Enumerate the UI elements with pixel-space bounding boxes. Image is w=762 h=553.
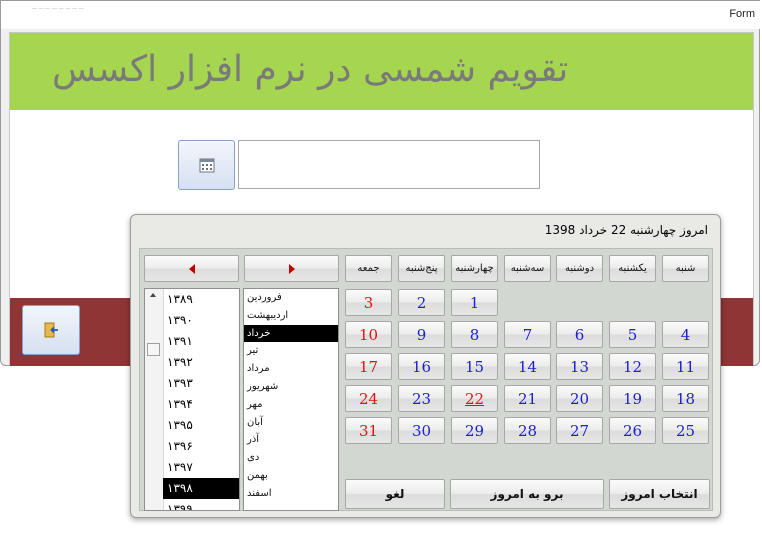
year-item[interactable]: ۱۳۹۴ [163,394,239,415]
month-item[interactable]: دی [244,449,338,467]
month-item[interactable]: مهر [244,396,338,414]
day-button[interactable]: 21 [504,385,551,412]
month-item[interactable]: اسفند [244,485,338,503]
date-field[interactable] [238,140,540,189]
scroll-up-icon[interactable] [150,293,156,297]
day-button[interactable]: 12 [609,353,656,380]
day-button[interactable]: 5 [609,321,656,348]
month-item[interactable]: شهریور [244,378,338,396]
calendar-popup: امروز چهارشنبه 22 خرداد 1398 ۱۳۸۹ ۱۳۹۰ ۱۳۹… [130,214,721,518]
day-button[interactable]: 25 [662,417,709,444]
month-item[interactable]: فروردین [244,289,338,307]
month-item[interactable]: بهمن [244,467,338,485]
today-label: امروز چهارشنبه 22 خرداد 1398 [544,223,708,237]
next-button[interactable] [244,255,339,282]
weekday-header: پنج‌شنبه [398,255,445,282]
day-button[interactable]: 30 [398,417,445,444]
exit-button[interactable] [22,305,80,355]
year-item[interactable]: ۱۳۹۹ [163,499,239,510]
month-list[interactable]: فروردین اردیبهشت خرداد تیر مرداد شهریور مهر آبا… [243,288,339,511]
weekday-header: چهارشنبه [451,255,498,282]
day-button[interactable]: 8 [451,321,498,348]
day-button[interactable]: 18 [662,385,709,412]
select-today-button[interactable]: انتخاب امروز [609,479,710,509]
day-button[interactable]: 27 [556,417,603,444]
day-button[interactable]: 7 [504,321,551,348]
day-button[interactable]: 6 [556,321,603,348]
day-button[interactable]: 19 [609,385,656,412]
year-item[interactable]: ۱۳۸۹ [163,289,239,310]
day-button-today[interactable]: 22 [451,385,498,412]
month-item[interactable]: آبان [244,414,338,432]
weekday-header: یکشنبه [609,255,656,282]
weekday-header: سه‌شنبه [504,255,551,282]
month-item[interactable]: اردیبهشت [244,307,338,325]
day-button[interactable]: 9 [398,321,445,348]
year-item[interactable]: ۱۳۹۳ [163,373,239,394]
prev-button[interactable] [144,255,239,282]
year-list[interactable]: ۱۳۸۹ ۱۳۹۰ ۱۳۹۱ ۱۳۹۲ ۱۳۹۳ ۱۳۹۴ ۱۳۹۵ ۱۳۹۶ ۱۳۹۷ ۱۳۹۸… [144,288,240,511]
day-button[interactable]: 26 [609,417,656,444]
day-button[interactable]: 17 [345,353,392,380]
day-button[interactable]: 23 [398,385,445,412]
day-button[interactable]: 13 [556,353,603,380]
year-item[interactable]: ۱۳۹۲ [163,352,239,373]
year-items: ۱۳۸۹ ۱۳۹۰ ۱۳۹۱ ۱۳۹۲ ۱۳۹۳ ۱۳۹۴ ۱۳۹۵ ۱۳۹۶ ۱۳۹۷ ۱۳۹۸… [163,289,239,510]
year-item[interactable]: ۱۳۹۵ [163,415,239,436]
day-button[interactable]: 29 [451,417,498,444]
page-title: تقویم شمسی در نرم افزار اکسس [52,49,569,90]
header-band: تقویم شمسی در نرم افزار اکسس [10,33,753,110]
day-button[interactable]: 31 [345,417,392,444]
day-button[interactable]: 10 [345,321,392,348]
year-item[interactable]: ۱۳۹۶ [163,436,239,457]
month-item[interactable]: تیر [244,342,338,360]
day-button[interactable]: 4 [662,321,709,348]
year-item[interactable]: ۱۳۹۷ [163,457,239,478]
day-button[interactable]: 24 [345,385,392,412]
year-item[interactable]: ۱۳۹۸ [163,478,239,499]
title-bar[interactable]: ~~~~~~~~ Form [1,1,761,29]
weekday-header: شنبه [662,255,709,282]
exit-door-icon [44,322,58,338]
title-blurred-caption: ~~~~~~~~ [31,4,85,13]
calendar-icon [199,158,214,173]
year-scrollbar[interactable] [145,289,164,510]
day-button[interactable]: 16 [398,353,445,380]
weekday-header: جمعه [345,255,392,282]
arrow-right-icon [288,263,295,274]
arrow-left-icon [188,263,195,274]
scroll-thumb[interactable] [147,343,160,356]
day-button[interactable]: 28 [504,417,551,444]
month-item[interactable]: مرداد [244,360,338,378]
day-button[interactable]: 3 [345,289,392,316]
month-item[interactable]: خرداد [244,324,338,343]
window-title: Form [729,8,755,20]
month-item[interactable]: آذر [244,431,338,449]
year-item[interactable]: ۱۳۹۱ [163,331,239,352]
day-button[interactable]: 15 [451,353,498,380]
day-button[interactable]: 2 [398,289,445,316]
weekday-header: دوشنبه [556,255,603,282]
open-calendar-button[interactable] [178,140,235,190]
year-item[interactable]: ۱۳۹۰ [163,310,239,331]
calendar-body: ۱۳۸۹ ۱۳۹۰ ۱۳۹۱ ۱۳۹۲ ۱۳۹۳ ۱۳۹۴ ۱۳۹۵ ۱۳۹۶ ۱۳۹۷ ۱۳۹۸… [139,248,713,511]
go-today-button[interactable]: برو به امروز [450,479,604,509]
day-button[interactable]: 14 [504,353,551,380]
day-button[interactable]: 11 [662,353,709,380]
day-button[interactable]: 20 [556,385,603,412]
cancel-button[interactable]: لغو [345,479,445,509]
day-button[interactable]: 1 [451,289,498,316]
